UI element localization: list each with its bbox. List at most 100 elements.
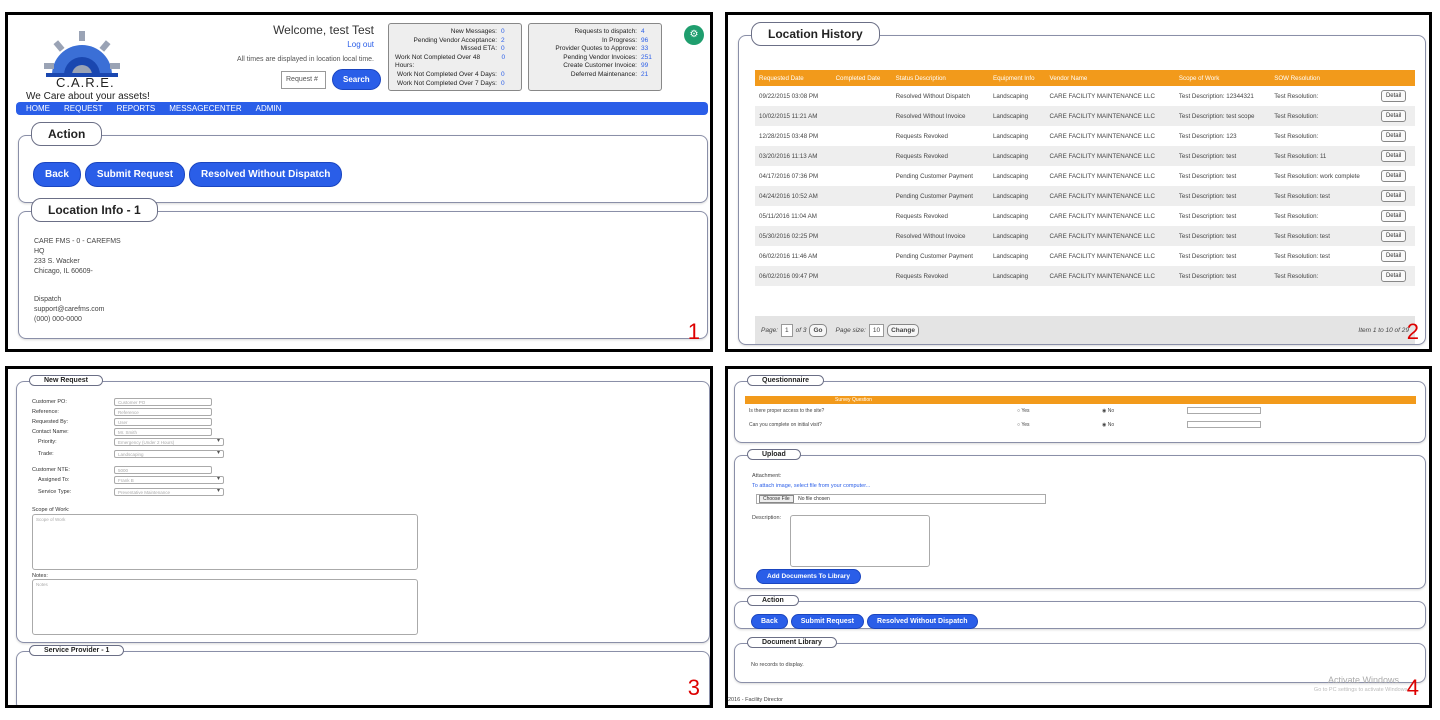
stat-row[interactable]: New Messages: 0 [395,28,515,37]
stat-row[interactable]: Missed ETA: 0 [395,45,515,54]
yes-option[interactable]: ○ Yes [1013,404,1098,418]
field-input[interactable]: 5000 [114,466,212,474]
column-header[interactable]: Equipment Info [988,70,1046,86]
yes-option[interactable]: ○ Yes [1013,418,1098,432]
file-input[interactable]: Choose File No file chosen [756,494,1046,504]
back-button[interactable]: Back [33,162,81,187]
stat-row[interactable]: Work Not Completed Over 4 Days: 0 [395,71,515,80]
go-button[interactable]: Go [809,323,827,337]
stat-row[interactable]: Work Not Completed Over 7 Days: 0 [395,80,515,89]
stat-label: Work Not Completed Over 48 Hours: [395,53,481,70]
search-button[interactable]: Search [332,69,381,90]
detail-button[interactable]: Detail [1380,270,1407,282]
page-size-input[interactable]: 10 [868,323,885,337]
resolved-without-dispatch-button[interactable]: Resolved Without Dispatch [189,162,343,187]
back-button-2[interactable]: Back [751,614,788,629]
description-textarea[interactable] [790,515,930,567]
stat-value[interactable]: 21 [641,71,655,80]
comment-input[interactable] [1187,406,1261,414]
scope-textarea[interactable]: Scope of Work [32,514,418,570]
detail-button[interactable]: Detail [1380,250,1407,262]
field-input[interactable]: Customer PO [114,398,212,406]
no-file-text: No file chosen [798,496,830,502]
detail-button[interactable]: Detail [1380,130,1407,142]
question-text: Is there proper access to the site? [749,408,825,414]
request-number-input[interactable]: Request # [281,71,326,89]
field-select[interactable]: Landscaping [114,450,224,458]
column-header[interactable]: SOW Resolution [1270,70,1377,86]
nav-item-admin[interactable]: ADMIN [256,104,282,113]
no-option[interactable]: ◉ No [1098,418,1183,432]
resolved-without-dispatch-button-2[interactable]: Resolved Without Dispatch [867,614,978,629]
notes-textarea[interactable]: Notes [32,579,418,635]
stat-value[interactable]: 2 [501,37,515,46]
nav-item-reports[interactable]: REPORTS [117,104,156,113]
table-row: 05/11/2016 11:04 AM Requests Revoked Lands… [755,206,1415,226]
column-header[interactable]: Requested Date [755,70,832,86]
tagline: We Care about your assets! [26,91,150,102]
add-documents-button[interactable]: Add Documents To Library [756,569,861,584]
no-option[interactable]: ◉ No [1098,404,1183,418]
column-header[interactable] [1376,70,1415,86]
field-select[interactable]: Preventative Maintenance [114,488,224,496]
nav-item-home[interactable]: HOME [26,104,50,113]
stat-value[interactable]: 251 [641,54,655,63]
table-cell: Pending Customer Payment [891,186,989,206]
comment-input[interactable] [1187,420,1261,428]
action-group-2: Action Back Submit Request Resolved With… [734,595,1426,629]
field-select[interactable]: Frank B [114,476,224,484]
column-header[interactable]: Status Description [891,70,989,86]
column-header[interactable]: Completed Date [831,70,892,86]
field-input[interactable]: User [114,418,212,426]
field-label: Priority: [38,439,57,445]
stat-row[interactable]: Pending Vendor Acceptance: 2 [395,37,515,46]
stat-row[interactable]: Pending Vendor Invoices: 251 [535,54,655,63]
stat-value[interactable]: 0 [501,45,515,54]
detail-cell: Detail [1377,166,1415,186]
detail-button[interactable]: Detail [1380,110,1407,122]
stat-value[interactable]: 33 [641,45,655,54]
stat-label: Provider Quotes to Approve: [555,45,637,53]
stat-row[interactable]: Provider Quotes to Approve: 33 [535,45,655,54]
address-block: CARE FMS - 0 - CAREFMS HQ 233 S. Wacker Chi… [34,237,121,277]
stat-row[interactable]: Requests to dispatch: 4 [535,28,655,37]
page-input[interactable]: 1 [781,323,793,337]
column-header[interactable]: Vendor Name [1045,70,1175,86]
stat-value[interactable]: 0 [501,28,515,37]
detail-button[interactable]: Detail [1380,230,1407,242]
location-history-group: Location History Requested Date Completed… [738,22,1426,345]
detail-button[interactable]: Detail [1380,90,1407,102]
submit-request-button-2[interactable]: Submit Request [790,614,865,629]
stat-row[interactable]: In Progress: 96 [535,37,655,46]
stat-value[interactable]: 0 [501,54,515,71]
stat-row[interactable]: Work Not Completed Over 48 Hours: 0 [395,54,515,71]
stat-value[interactable]: 0 [501,71,515,80]
detail-cell: Detail [1377,246,1415,266]
dispatch-block: Dispatch support@carefms.com (000) 000-000… [34,295,105,325]
table-cell: CARE FACILITY MAINTENANCE LLC [1049,172,1155,180]
stat-value[interactable]: 0 [501,80,515,89]
nav-item-messagecenter[interactable]: MESSAGECENTER [169,104,241,113]
stat-row[interactable]: Create Customer Invoice: 99 [535,62,655,71]
main-nav: HOME REQUEST REPORTS MESSAGECENTER ADMIN [16,102,708,115]
table-cell: Requests Revoked [895,132,948,140]
detail-button[interactable]: Detail [1380,190,1407,202]
field-input[interactable]: Mr. Smith [114,428,212,436]
stat-value[interactable]: 99 [641,62,655,71]
submit-request-button[interactable]: Submit Request [84,162,186,187]
stat-value[interactable]: 96 [641,37,655,46]
logout-link[interactable]: Log out [347,40,374,49]
nav-item-request[interactable]: REQUEST [64,104,103,113]
column-header[interactable]: Scope of Work [1174,70,1271,86]
field-input[interactable]: Reference [114,408,212,416]
detail-button[interactable]: Detail [1380,210,1407,222]
stat-row[interactable]: Deferred Maintenance: 21 [535,71,655,80]
detail-button[interactable]: Detail [1380,150,1407,162]
stat-value[interactable]: 4 [641,28,655,37]
field-select[interactable]: Emergency (Under 2 Hours) [114,438,224,446]
settings-icon[interactable]: ⚙ [684,25,704,45]
change-button[interactable]: Change [887,323,919,337]
table-row: 04/17/2016 07:36 PM Pending Customer Paym… [755,166,1415,186]
detail-button[interactable]: Detail [1380,170,1407,182]
choose-file-button[interactable]: Choose File [759,495,794,503]
